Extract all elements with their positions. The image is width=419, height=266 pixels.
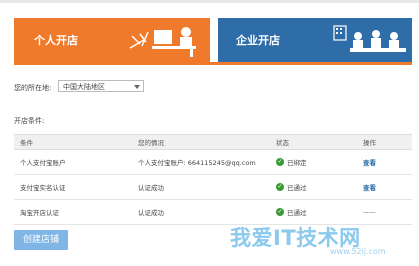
region-label: 您的所在地: [14, 84, 52, 92]
tab-underline [14, 62, 412, 65]
row-status: ✓ 已绑定 [276, 157, 307, 167]
status-text: 已通过 [287, 209, 307, 217]
check-icon: ✓ [276, 208, 284, 216]
region-select-value: 中国大陆地区 [63, 83, 105, 91]
conditions-table: 条件 您的情况 状态 操作 个人支付宝账户 个人支付宝账户: 664115245… [14, 134, 412, 225]
table-row: 支付宝实名认证 认证成功 ✓ 已通过 查看 [14, 175, 412, 200]
check-icon: ✓ [276, 158, 284, 166]
row-situation: 个人支付宝账户: 664115245@qq.com [138, 159, 256, 167]
view-link[interactable]: 查看 [363, 182, 376, 192]
header-action: 操作 [363, 139, 376, 147]
conditions-label: 开店条件: [14, 117, 45, 125]
row-condition: 个人支付宝账户 [20, 159, 66, 167]
person-at-desk-icon [129, 27, 196, 57]
tab-business-store[interactable]: 企业开店 [218, 18, 412, 62]
region-select[interactable]: 中国大陆地区 [58, 80, 144, 92]
top-divider [0, 0, 419, 3]
table-row: 个人支付宝账户 个人支付宝账户: 664115245@qq.com ✓ 已绑定 … [14, 150, 412, 175]
watermark-url: www.52ij.com [330, 247, 386, 256]
row-status: ✓ 已通过 [276, 207, 307, 217]
chevron-down-icon [134, 85, 140, 89]
create-store-button[interactable]: 创建店铺 [14, 230, 68, 250]
tab-business-label: 企业开店 [236, 34, 280, 47]
row-situation: 认证成功 [138, 184, 164, 192]
row-situation: 认证成功 [138, 209, 164, 217]
check-icon: ✓ [276, 183, 284, 191]
tab-personal-label: 个人开店 [34, 34, 78, 47]
header-condition: 条件 [20, 139, 33, 147]
status-text: 已通过 [287, 184, 307, 192]
meeting-icon [333, 25, 406, 52]
row-status: ✓ 已通过 [276, 182, 307, 192]
tab-personal-store[interactable]: 个人开店 [14, 18, 210, 62]
table-header: 条件 您的情况 状态 操作 [14, 134, 412, 150]
header-status: 状态 [276, 139, 289, 147]
row-condition: 淘宝开店认证 [20, 209, 59, 217]
no-action-dash: —— [363, 208, 376, 216]
view-link[interactable]: 查看 [363, 157, 376, 167]
row-condition: 支付宝实名认证 [20, 184, 66, 192]
status-text: 已绑定 [287, 159, 307, 167]
header-situation: 您的情况 [138, 139, 164, 147]
